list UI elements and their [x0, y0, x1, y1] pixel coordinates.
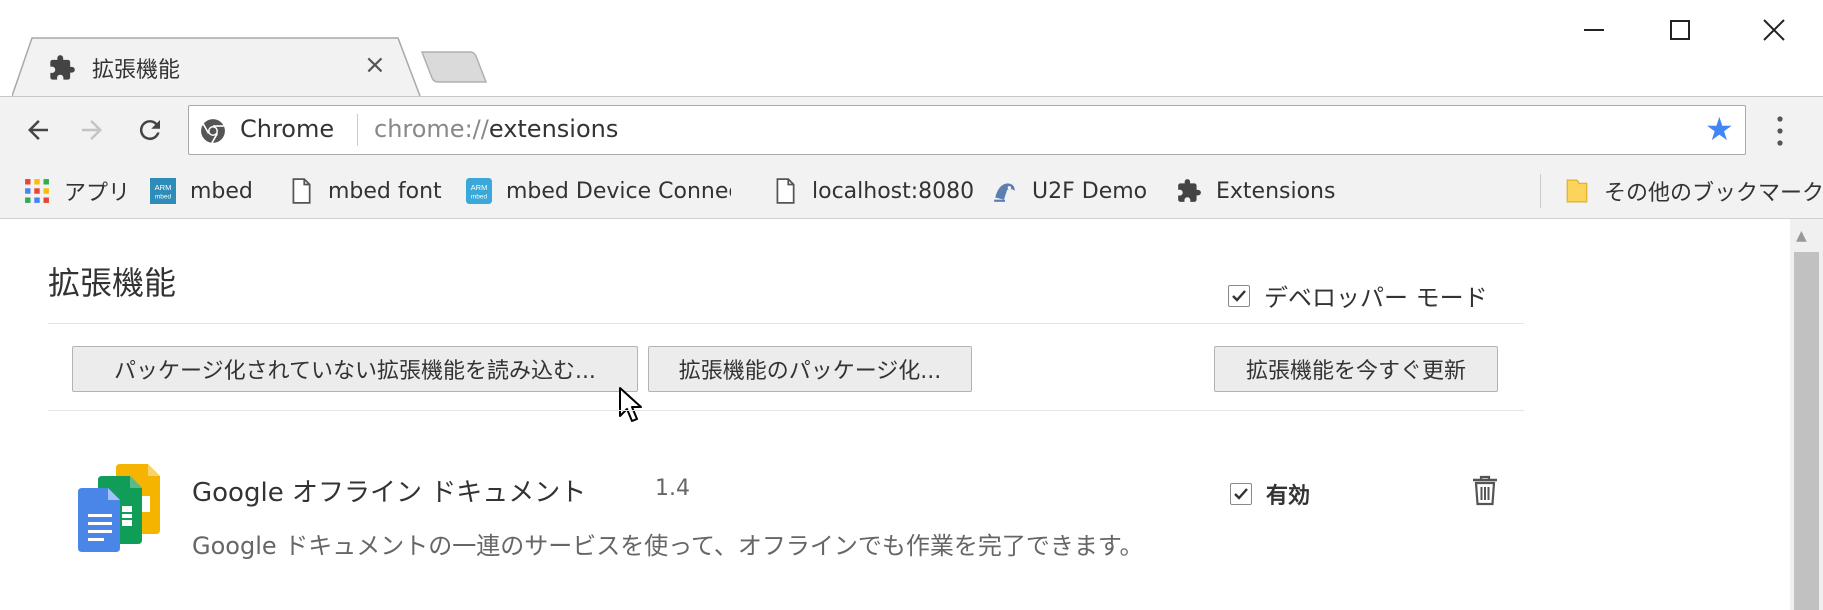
- extension-version: 1.4: [655, 476, 690, 501]
- maximize-button[interactable]: [1650, 8, 1710, 52]
- header-divider: [48, 323, 1524, 324]
- developer-mode-label: デベロッパー モード: [1264, 284, 1488, 312]
- url-path: extensions: [488, 115, 619, 143]
- security-chip-label[interactable]: Chrome: [240, 115, 334, 143]
- puzzle-icon: [1178, 179, 1201, 202]
- bookmark-label: localhost:8080: [812, 178, 975, 204]
- scrollbar-thumb[interactable]: [1794, 252, 1819, 610]
- bookmark-label: Extensions: [1216, 178, 1336, 204]
- url-scheme: chrome://: [374, 115, 489, 143]
- bookmark-label: U2F Demo: [1032, 178, 1148, 204]
- bookmark-label: mbed: [190, 178, 253, 204]
- bookmark-label: mbed font: [328, 178, 442, 204]
- bookmark-label: アプリ: [64, 181, 131, 206]
- forward-arrow-icon: [82, 120, 102, 140]
- bookmarks-separator: [1540, 174, 1541, 208]
- apps-grid-icon: [25, 179, 49, 203]
- svg-text:mbed: mbed: [471, 194, 488, 201]
- reload-button[interactable]: [130, 110, 170, 150]
- scroll-up-arrow-icon[interactable]: ▲: [1796, 228, 1807, 244]
- toolbar-divider: [48, 410, 1524, 411]
- developer-mode-toggle[interactable]: デベロッパー モード: [1228, 278, 1488, 313]
- arm-mbed-icon: ARM mbed: [150, 178, 176, 204]
- extension-enabled-label: 有効: [1266, 484, 1311, 509]
- extension-enabled-checkbox[interactable]: [1230, 483, 1252, 505]
- page-icon: [776, 178, 795, 204]
- back-button[interactable]: [18, 110, 58, 150]
- chrome-icon: [201, 119, 225, 144]
- google-offline-docs-icon: [78, 464, 160, 552]
- other-bookmarks-label: その他のブックマーク: [1604, 181, 1823, 206]
- pack-extension-button[interactable]: 拡張機能のパッケージ化...: [648, 346, 972, 392]
- svg-text:mbed: mbed: [155, 194, 172, 201]
- svg-text:ARM: ARM: [471, 183, 488, 192]
- menu-dots-icon[interactable]: [1775, 114, 1785, 148]
- url-text[interactable]: chrome://extensions: [374, 115, 618, 143]
- extension-name: Google オフライン ドキュメント: [192, 478, 587, 508]
- svg-text:ARM: ARM: [155, 183, 172, 192]
- reload-icon: [139, 120, 160, 141]
- close-icon: [1763, 19, 1785, 41]
- minimize-button[interactable]: [1564, 8, 1624, 52]
- tab-close-button[interactable]: ×: [364, 50, 386, 80]
- extension-enabled-toggle[interactable]: 有効: [1230, 478, 1310, 510]
- close-window-button[interactable]: [1744, 8, 1804, 52]
- maximize-icon: [1670, 20, 1690, 40]
- other-bookmarks[interactable]: その他のブックマーク: [1564, 176, 1823, 206]
- bookmark-star-icon[interactable]: ★: [1705, 113, 1734, 145]
- new-tab-button[interactable]: [420, 50, 488, 84]
- bookmark-mbed[interactable]: ARM mbed mbed: [150, 176, 253, 206]
- forward-button[interactable]: [72, 110, 112, 150]
- back-arrow-icon: [28, 120, 48, 140]
- bookmark-extensions[interactable]: Extensions: [1176, 176, 1335, 206]
- checkmark-icon: [1234, 488, 1248, 500]
- bookmark-u2f-demo[interactable]: U2F Demo: [992, 176, 1147, 206]
- bookmark-mbed-device-connector[interactable]: ARM mbed mbed Device Connec: [466, 176, 731, 206]
- tab-title[interactable]: 拡張機能: [92, 52, 180, 84]
- checkmark-icon: [1232, 289, 1246, 302]
- puzzle-icon: [50, 55, 75, 80]
- arm-mbed-icon: ARM mbed: [466, 178, 492, 204]
- bookmark-mbed-font[interactable]: mbed font: [288, 176, 442, 206]
- u2f-icon: [994, 183, 1015, 202]
- bookmark-apps[interactable]: アプリ: [24, 176, 130, 206]
- minimize-icon: [1584, 29, 1604, 31]
- page-icon: [292, 178, 311, 204]
- omnibox-separator: [357, 114, 358, 146]
- mouse-cursor-icon: [619, 387, 642, 422]
- load-unpacked-button[interactable]: パッケージ化されていない拡張機能を読み込む...: [72, 346, 638, 392]
- folder-icon: [1566, 179, 1588, 203]
- page-title: 拡張機能: [48, 264, 177, 302]
- extension-description: Google ドキュメントの一連のサービスを使って、オフラインでも作業を完了でき…: [192, 532, 1144, 560]
- trash-icon[interactable]: [1470, 474, 1500, 506]
- bookmark-label: mbed Device Connec: [506, 178, 731, 204]
- developer-mode-checkbox[interactable]: [1228, 284, 1250, 307]
- update-extensions-button[interactable]: 拡張機能を今すぐ更新: [1214, 346, 1498, 392]
- bookmark-localhost[interactable]: localhost:8080: [772, 176, 974, 206]
